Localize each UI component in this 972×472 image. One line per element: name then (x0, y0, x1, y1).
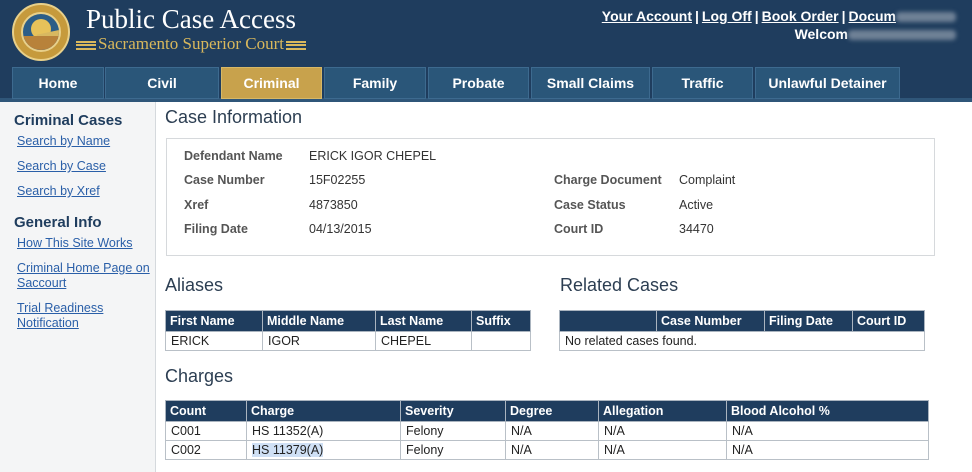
site-header: Public Case Access Sacramento Superior C… (0, 0, 972, 64)
site-title: Public Case Access (86, 4, 296, 34)
column-header: Severity (400, 400, 506, 422)
filing-date-label: Filing Date (184, 222, 248, 236)
charge-count: C001 (165, 421, 247, 441)
court-id-value: 34470 (679, 222, 714, 236)
column-header: Filing Date (764, 310, 853, 332)
column-header: Last Name (375, 310, 472, 332)
column-header: Degree (505, 400, 599, 422)
court-seal-logo[interactable] (12, 3, 70, 61)
account-links: Your Account | Log Off | Book Order | Docum We… (602, 8, 956, 42)
column-header (559, 310, 657, 332)
defendant-name-label: Defendant Name (184, 149, 283, 163)
tab-civil[interactable]: Civil (105, 67, 219, 99)
case-number-label: Case Number (184, 173, 265, 187)
redacted-text (896, 12, 956, 23)
related-cases-table: Case Number Filing Date Court ID No rela… (559, 310, 925, 351)
table-header-row: First Name Middle Name Last Name Suffix (165, 310, 531, 332)
welcome-text: Welcom (794, 26, 848, 42)
case-number-value: 15F02255 (309, 173, 366, 187)
charge-degree: N/A (505, 421, 599, 441)
how-this-site-works-link[interactable]: How This Site Works (17, 236, 155, 251)
general-info-heading: General Info (14, 214, 102, 231)
alias-middle-name: IGOR (262, 331, 376, 351)
column-header: First Name (165, 310, 263, 332)
charge-blood-alcohol: N/A (726, 440, 929, 460)
table-row: C002 HS 11379(A) Felony N/A N/A N/A (165, 440, 929, 460)
table-row: C001 HS 11352(A) Felony N/A N/A N/A (165, 421, 929, 441)
column-header: Middle Name (262, 310, 376, 332)
left-ornament-icon (76, 40, 96, 50)
column-header: Count (165, 400, 247, 422)
tab-probate[interactable]: Probate (428, 67, 529, 99)
alias-last-name: CHEPEL (375, 331, 472, 351)
tab-family[interactable]: Family (324, 67, 426, 99)
charges-title: Charges (165, 366, 234, 386)
column-header: Allegation (598, 400, 727, 422)
book-order-link[interactable]: Book Order (762, 8, 839, 24)
charge-code: HS 11379(A) (246, 440, 401, 460)
column-header: Suffix (471, 310, 531, 332)
charge-code: HS 11352(A) (246, 421, 401, 441)
table-header-row: Count Charge Severity Degree Allegation … (165, 400, 929, 422)
aliases-table: First Name Middle Name Last Name Suffix … (165, 310, 531, 351)
criminal-cases-heading: Criminal Cases (14, 112, 123, 129)
aliases-title: Aliases (165, 275, 224, 295)
related-cases-title: Related Cases (560, 275, 679, 295)
column-header: Blood Alcohol % (726, 400, 929, 422)
selected-text: HS 11379(A) (252, 443, 324, 457)
table-header-row: Case Number Filing Date Court ID (559, 310, 925, 332)
charge-blood-alcohol: N/A (726, 421, 929, 441)
search-by-name-link[interactable]: Search by Name (17, 134, 155, 149)
court-id-label: Court ID (554, 222, 604, 236)
alias-first-name: ERICK (165, 331, 263, 351)
tab-unlawful-detainer[interactable]: Unlawful Detainer (755, 67, 900, 99)
charges-table: Count Charge Severity Degree Allegation … (165, 400, 929, 460)
search-by-xref-link[interactable]: Search by Xref (17, 184, 155, 199)
search-by-case-link[interactable]: Search by Case (17, 159, 155, 174)
column-header: Court ID (852, 310, 925, 332)
criminal-home-page-link[interactable]: Criminal Home Page on Saccourt (17, 261, 155, 291)
charge-degree: N/A (505, 440, 599, 460)
tab-home[interactable]: Home (12, 67, 104, 99)
xref-value: 4873850 (309, 198, 358, 212)
charge-allegation: N/A (598, 440, 727, 460)
alias-suffix (471, 331, 531, 351)
xref-label: Xref (184, 198, 209, 212)
charge-severity: Felony (400, 440, 506, 460)
no-related-cases-message: No related cases found. (559, 331, 925, 351)
filing-date-value: 04/13/2015 (309, 222, 372, 236)
charge-severity: Felony (400, 421, 506, 441)
table-row: ERICK IGOR CHEPEL (165, 331, 531, 351)
charge-document-label: Charge Document (554, 173, 662, 187)
tab-traffic[interactable]: Traffic (652, 67, 753, 99)
case-information-title: Case Information (165, 107, 303, 127)
charge-allegation: N/A (598, 421, 727, 441)
column-header: Charge (246, 400, 401, 422)
log-off-link[interactable]: Log Off (702, 8, 752, 24)
court-name: Sacramento Superior Court (98, 34, 285, 53)
charge-document-value: Complaint (679, 173, 736, 187)
tab-small-claims[interactable]: Small Claims (531, 67, 650, 99)
case-status-label: Case Status (554, 198, 626, 212)
site-subtitle: Sacramento Superior Court (74, 34, 308, 54)
table-row: No related cases found. (559, 331, 925, 351)
case-status-value: Active (679, 198, 714, 212)
tab-criminal[interactable]: Criminal (221, 67, 322, 99)
your-account-link[interactable]: Your Account (602, 8, 692, 24)
defendant-name-value: ERICK IGOR CHEPEL (309, 149, 437, 163)
right-ornament-icon (286, 40, 307, 50)
column-header: Case Number (656, 310, 765, 332)
trial-readiness-link[interactable]: Trial Readiness Notification (17, 301, 155, 331)
charge-count: C002 (165, 440, 247, 460)
documents-link[interactable]: Docum (849, 8, 896, 24)
redacted-username (848, 30, 956, 41)
